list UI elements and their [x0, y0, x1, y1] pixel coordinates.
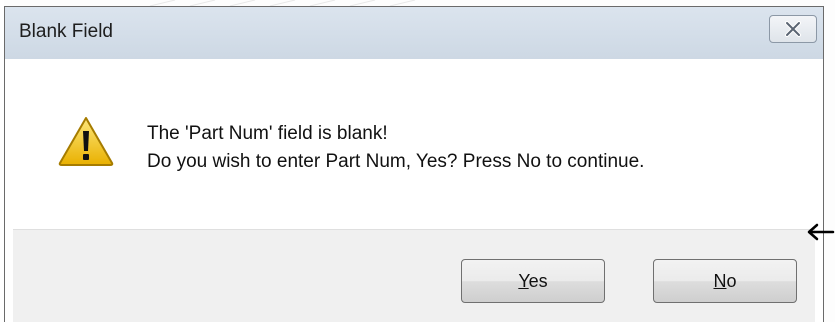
window-title: Blank Field [19, 21, 113, 42]
no-label-rest: o [726, 271, 737, 291]
arrow-left-icon [807, 223, 835, 241]
close-icon [785, 21, 801, 37]
no-button[interactable]: No [653, 259, 797, 303]
message-line-2: Do you wish to enter Part Num, Yes? Pres… [147, 151, 645, 172]
no-mnemonic: N [713, 271, 727, 291]
yes-label-rest: es [528, 271, 548, 291]
close-button[interactable] [769, 15, 817, 43]
message-line-1: The 'Part Num' field is blank! [147, 123, 388, 144]
dialog-content: The 'Part Num' field is blank! Do you wi… [13, 59, 815, 229]
title-bar[interactable]: Blank Field [5, 7, 823, 59]
yes-mnemonic: Y [518, 271, 529, 291]
yes-button[interactable]: Yes [461, 259, 605, 303]
dialog-window: Blank Field The 'Part Num' field is blan… [4, 6, 824, 322]
warning-icon [58, 117, 114, 166]
button-bar: Yes No [13, 229, 815, 322]
